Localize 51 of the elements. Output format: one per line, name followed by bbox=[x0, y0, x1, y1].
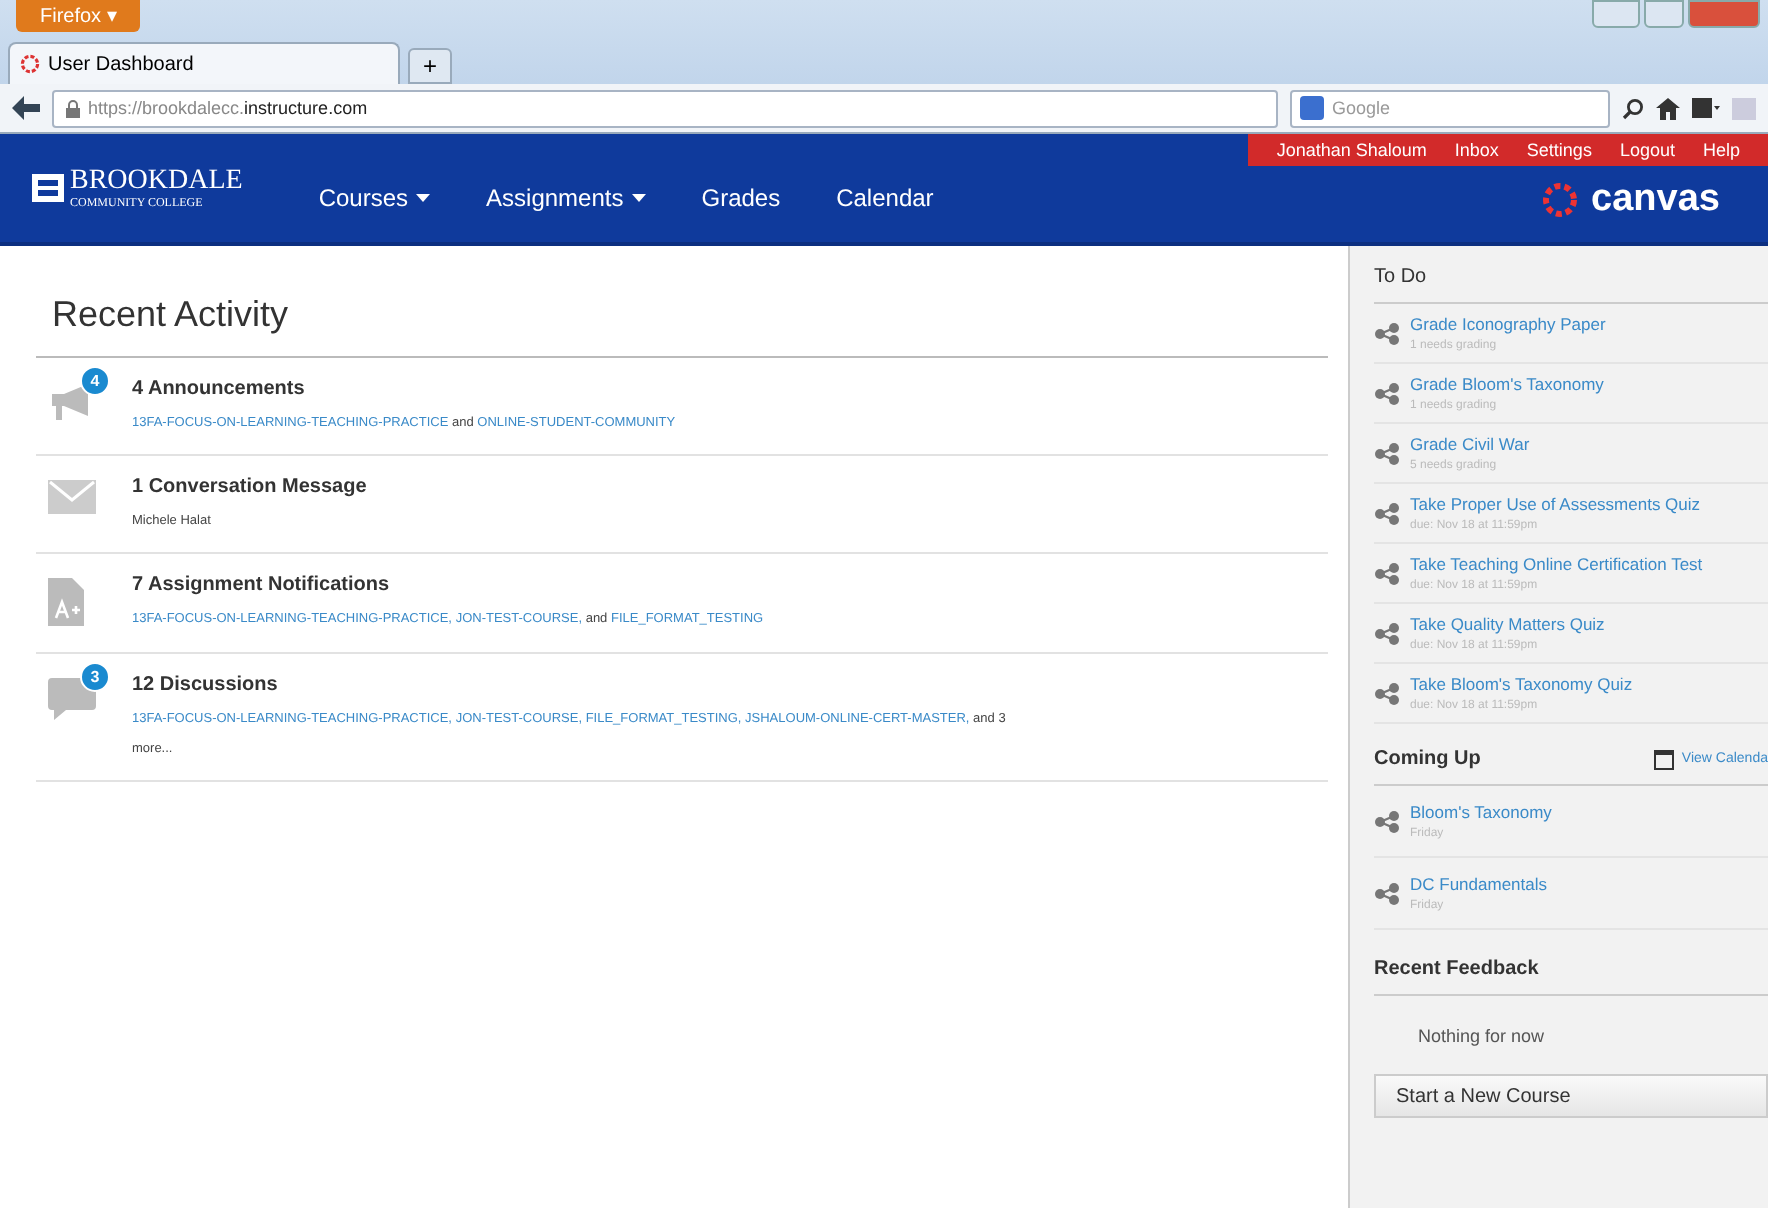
envelope-icon bbox=[48, 480, 96, 514]
canvas-logo-icon bbox=[1539, 180, 1580, 220]
activity-title[interactable]: 12 Discussions bbox=[132, 674, 1032, 696]
todo-link[interactable]: Grade Bloom's Taxonomy bbox=[1410, 374, 1604, 394]
activity-title[interactable]: 1 Conversation Message bbox=[132, 476, 367, 498]
search-icon[interactable] bbox=[1622, 97, 1644, 119]
activity-title[interactable]: 4 Announcements bbox=[132, 378, 676, 400]
user-link[interactable]: Settings bbox=[1526, 140, 1592, 160]
lock-icon bbox=[66, 99, 80, 117]
start-course-button[interactable]: Start a New Course bbox=[1374, 1074, 1768, 1118]
college-name: BROOKDALE bbox=[70, 166, 243, 198]
nav-link[interactable]: Assignments bbox=[486, 184, 646, 212]
user-link[interactable]: Help bbox=[1702, 140, 1740, 160]
search-engine-icon bbox=[1300, 96, 1324, 120]
event-link[interactable]: DC Fundamentals bbox=[1410, 874, 1548, 894]
calendar-icon bbox=[1653, 749, 1674, 769]
home-icon[interactable] bbox=[1656, 97, 1680, 119]
todo-link[interactable]: Take Proper Use of Assessments Quiz bbox=[1410, 494, 1701, 514]
tab-title: User Dashboard bbox=[48, 53, 194, 75]
url-field[interactable]: https://brookdalecc.instructure.com bbox=[52, 89, 1278, 127]
nav-link[interactable]: Grades bbox=[701, 184, 781, 212]
nav-link[interactable]: Courses bbox=[318, 184, 431, 212]
section-title: Coming Up bbox=[1374, 748, 1481, 770]
ring-icon bbox=[20, 54, 40, 74]
new-tab-button[interactable]: + bbox=[408, 48, 452, 84]
browser-tab[interactable]: User Dashboard bbox=[8, 42, 400, 84]
search-field[interactable]: Google bbox=[1290, 89, 1610, 127]
back-icon[interactable] bbox=[12, 96, 40, 120]
caret-icon bbox=[416, 194, 431, 202]
count-badge: 3 bbox=[80, 662, 110, 692]
college-logo-icon bbox=[32, 174, 64, 202]
event-link[interactable]: Bloom's Taxonomy bbox=[1410, 802, 1552, 822]
caret-icon bbox=[631, 194, 646, 202]
todo-link[interactable]: Take Teaching Online Certification Test bbox=[1410, 554, 1703, 574]
count-badge: 4 bbox=[80, 366, 110, 396]
todo-link[interactable]: Grade Iconography Paper bbox=[1410, 314, 1606, 334]
brand-name: canvas bbox=[1591, 178, 1720, 222]
user-link[interactable]: Inbox bbox=[1454, 140, 1499, 160]
todo-link[interactable]: Grade Civil War bbox=[1410, 434, 1530, 454]
section-title: To Do bbox=[1374, 266, 1427, 288]
page-title: Recent Activity bbox=[52, 292, 291, 338]
todo-link[interactable]: Take Quality Matters Quiz bbox=[1410, 614, 1605, 634]
document-icon bbox=[48, 578, 84, 626]
empty-message: Nothing for now bbox=[1416, 1024, 1547, 1050]
todo-link[interactable]: Take Bloom's Taxonomy Quiz bbox=[1410, 674, 1633, 694]
activity-title[interactable]: 7 Assignment Notifications bbox=[132, 574, 764, 596]
user-link[interactable]: Jonathan Shaloum bbox=[1276, 140, 1427, 160]
nav-link[interactable]: Calendar bbox=[836, 184, 934, 212]
user-link[interactable]: Logout bbox=[1619, 140, 1675, 160]
firefox-menu-button[interactable]: Firefox ▾ bbox=[16, 0, 141, 32]
section-title: Recent Feedback bbox=[1374, 958, 1539, 980]
